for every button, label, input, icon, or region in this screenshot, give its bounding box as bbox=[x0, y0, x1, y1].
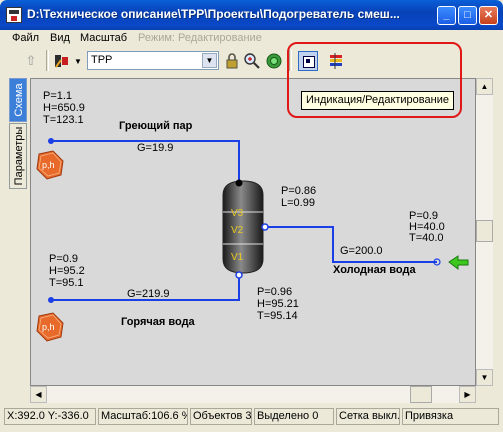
tab-schema-label: Схема bbox=[13, 83, 25, 117]
mode-indicator: Режим: Редактирование bbox=[138, 32, 262, 44]
tab-schema[interactable]: Схема bbox=[9, 78, 27, 122]
status-grid: Сетка выкл. bbox=[336, 408, 400, 425]
status-snap: Привязка bbox=[402, 408, 499, 425]
vessel-l: L=0.99 bbox=[281, 197, 315, 209]
cold-t: T=40.0 bbox=[409, 232, 444, 244]
horizontal-scroll-thumb[interactable] bbox=[410, 386, 432, 403]
status-zoom: Масштаб:106.6 % bbox=[98, 408, 188, 425]
outlet-t: T=95.14 bbox=[257, 310, 298, 322]
steam-t: T=123.1 bbox=[43, 114, 84, 126]
window-title: D:\Техническое описание\TPP\Проекты\Подо… bbox=[27, 7, 400, 21]
tab-params[interactable]: Параметры bbox=[9, 123, 27, 189]
green-arrow-icon bbox=[448, 255, 469, 271]
scroll-down-icon[interactable]: ▼ bbox=[476, 369, 493, 386]
schema-canvas[interactable]: P=1.1 H=650.9 T=123.1 Греющий пар G=19.9… bbox=[30, 78, 476, 386]
title-bar[interactable]: D:\Техническое описание\TPP\Проекты\Подо… bbox=[0, 0, 503, 30]
menu-scale[interactable]: Масштаб bbox=[80, 32, 127, 44]
status-bar: X:392.0 Y:-336.0 Масштаб:106.6 % Объекто… bbox=[4, 406, 499, 426]
scroll-right-icon[interactable]: ▶ bbox=[459, 386, 476, 403]
zoom-icon[interactable] bbox=[242, 51, 262, 71]
maximize-button[interactable]: □ bbox=[458, 6, 477, 25]
horizontal-scrollbar[interactable]: ◀ ▶ bbox=[30, 386, 476, 403]
water-badge-label: p,h bbox=[42, 322, 55, 332]
hot-h: H=95.2 bbox=[49, 265, 85, 277]
cold-g: G=200.0 bbox=[340, 245, 383, 257]
hot-g: G=219.9 bbox=[127, 288, 170, 300]
combo-value: TPP bbox=[91, 54, 113, 66]
hot-p: P=0.9 bbox=[49, 253, 79, 265]
hot-params: P=0.9 H=95.2 T=95.1 bbox=[49, 253, 85, 289]
vessel-v3: V3 bbox=[231, 208, 244, 219]
up-arrow-icon[interactable]: ⇧ bbox=[21, 51, 41, 71]
lock-icon[interactable] bbox=[222, 51, 242, 71]
scroll-left-icon[interactable]: ◀ bbox=[30, 386, 47, 403]
outlet-params: P=0.96 H=95.21 T=95.14 bbox=[257, 286, 299, 322]
steam-label: Греющий пар bbox=[119, 120, 193, 132]
status-selected: Выделено 0 bbox=[254, 408, 334, 425]
status-objects: Объектов 30 bbox=[190, 408, 252, 425]
hot-label: Горячая вода bbox=[121, 316, 195, 328]
outlet-h: H=95.21 bbox=[257, 298, 299, 310]
chevron-down-icon[interactable]: ▼ bbox=[202, 53, 217, 68]
minimize-button[interactable]: _ bbox=[437, 6, 456, 25]
steam-g: G=19.9 bbox=[137, 142, 174, 154]
outlet-p: P=0.96 bbox=[257, 286, 293, 298]
vessel[interactable] bbox=[222, 179, 269, 279]
tools-icon[interactable] bbox=[52, 51, 72, 71]
vessel-params: P=0.86 L=0.99 bbox=[281, 185, 316, 209]
tab-params-label: Параметры bbox=[13, 126, 25, 186]
hot-t: T=95.1 bbox=[49, 277, 84, 289]
status-coords: X:392.0 Y:-336.0 bbox=[4, 408, 96, 425]
project-combo[interactable]: TPP ▼ bbox=[87, 51, 219, 70]
vessel-v1: V1 bbox=[231, 252, 244, 263]
cold-label: Холодная вода bbox=[333, 264, 416, 276]
steam-params: P=1.1 H=650.9 T=123.1 bbox=[43, 90, 85, 126]
app-icon[interactable] bbox=[6, 7, 22, 23]
cold-params: P=0.9 H=40.0 T=40.0 bbox=[409, 211, 445, 244]
close-button[interactable]: ✕ bbox=[479, 6, 498, 25]
vessel-p: P=0.86 bbox=[281, 185, 317, 197]
scroll-up-icon[interactable]: ▲ bbox=[476, 78, 493, 95]
steam-p: P=1.1 bbox=[43, 90, 73, 102]
vessel-v2: V2 bbox=[231, 225, 244, 236]
steam-badge-label: p,h bbox=[42, 160, 55, 170]
menu-file[interactable]: Файл bbox=[12, 32, 39, 44]
vertical-scroll-thumb[interactable] bbox=[476, 220, 493, 242]
steam-h: H=650.9 bbox=[43, 102, 85, 114]
tools-dropdown-icon[interactable]: ▼ bbox=[74, 57, 82, 66]
tooltip: Индикация/Редактирование bbox=[301, 91, 454, 110]
vertical-scrollbar[interactable]: ▲ ▼ bbox=[476, 78, 493, 386]
menu-view[interactable]: Вид bbox=[50, 32, 70, 44]
target-icon[interactable] bbox=[264, 51, 284, 71]
